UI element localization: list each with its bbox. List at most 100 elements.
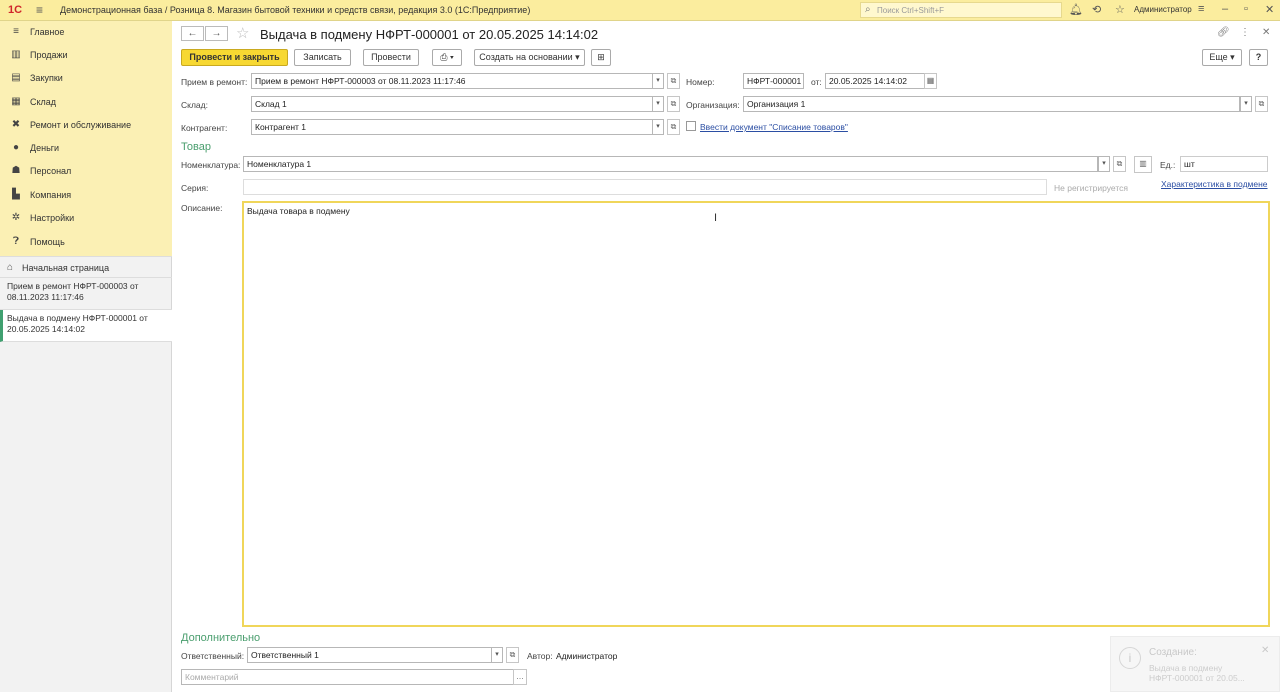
create-based-button[interactable]: Создать на основании ▾ bbox=[474, 49, 585, 66]
link-icon[interactable]: 🔗︎ bbox=[1217, 27, 1230, 38]
goods-section-title: Товар bbox=[181, 141, 211, 153]
search-placeholder: Поиск Ctrl+Shift+F bbox=[877, 6, 945, 15]
writeoff-checkbox[interactable] bbox=[686, 121, 696, 131]
responsible-dropdown[interactable]: ▾ bbox=[491, 647, 503, 663]
print-button[interactable]: ⎙ ▾ bbox=[432, 49, 462, 66]
calendar-icon[interactable]: ▦ bbox=[924, 73, 937, 89]
forward-button[interactable]: → bbox=[205, 26, 228, 41]
repair-label: Прием в ремонт: bbox=[181, 77, 248, 87]
responsible-open-icon[interactable]: ⧉ bbox=[506, 647, 519, 663]
warehouse-label: Склад: bbox=[181, 100, 208, 110]
contractor-dropdown[interactable]: ▾ bbox=[652, 119, 664, 135]
sidebar-item-sales[interactable]: ▥ Продажи bbox=[0, 44, 172, 67]
purchases-icon: ▤ bbox=[11, 72, 21, 83]
series-field bbox=[243, 179, 1047, 195]
nomenclature-field[interactable]: Номенклатура 1 bbox=[243, 156, 1098, 172]
sidebar-item-purchases[interactable]: ▤ Закупки bbox=[0, 67, 172, 90]
minimize-icon[interactable]: – bbox=[1222, 3, 1228, 15]
home-label: Начальная страница bbox=[22, 263, 110, 273]
series-label: Серия: bbox=[181, 183, 209, 193]
warehouse-open-icon[interactable]: ⧉ bbox=[667, 96, 680, 112]
sales-icon: ▥ bbox=[11, 49, 21, 60]
description-textarea[interactable]: Выдача товара в подмену bbox=[242, 201, 1270, 627]
post-and-close-button[interactable]: Провести и закрыть bbox=[181, 49, 288, 66]
notification-close-icon[interactable]: ✕ bbox=[1261, 645, 1269, 656]
contractor-field[interactable]: Контрагент 1 bbox=[251, 119, 653, 135]
responsible-field[interactable]: Ответственный 1 bbox=[247, 647, 492, 663]
series-note: Не регистрируется bbox=[1054, 183, 1129, 193]
sidebar-item-label: Деньги bbox=[30, 143, 60, 153]
description-label: Описание: bbox=[181, 203, 223, 213]
settings-icon: ✲ bbox=[11, 212, 21, 223]
org-field[interactable]: Организация 1 bbox=[743, 96, 1240, 112]
sidebar-item-staff[interactable]: ☗ Персонал bbox=[0, 160, 172, 183]
title-bar: 1С ≡ Демонстрационная база / Розница 8. … bbox=[0, 0, 1280, 21]
close-icon[interactable]: ✕ bbox=[1265, 3, 1274, 16]
notification-text: Выдача в подмену НФРТ-000001 от 20.05... bbox=[1149, 663, 1245, 683]
barcode-icon[interactable]: ▥ bbox=[1134, 156, 1152, 173]
sidebar-item-label: Продажи bbox=[30, 50, 68, 60]
settings-menu-icon[interactable]: ≡ bbox=[1198, 3, 1204, 15]
sidebar-home[interactable]: ⌂ Начальная страница bbox=[0, 256, 172, 278]
notification-title: Создание: bbox=[1149, 647, 1197, 658]
contractor-open-icon[interactable]: ⧉ bbox=[667, 119, 680, 135]
warehouse-icon: ▦ bbox=[11, 96, 21, 107]
sidebar-item-label: Помощь bbox=[30, 237, 65, 247]
page-title: Выдача в подмену НФРТ-000001 от 20.05.20… bbox=[260, 27, 599, 42]
org-open-icon[interactable]: ⧉ bbox=[1255, 96, 1268, 112]
responsible-label: Ответственный: bbox=[181, 651, 245, 661]
writeoff-link[interactable]: Ввести документ "Списание товаров" bbox=[700, 122, 848, 132]
warehouse-dropdown[interactable]: ▾ bbox=[652, 96, 664, 112]
sidebar-item-help[interactable]: ❓︎ Помощь bbox=[0, 231, 172, 254]
favorites-icon[interactable]: ☆ bbox=[1115, 3, 1125, 16]
post-button[interactable]: Провести bbox=[363, 49, 419, 66]
nomenclature-dropdown[interactable]: ▾ bbox=[1098, 156, 1110, 172]
sidebar-item-settings[interactable]: ✲ Настройки bbox=[0, 207, 172, 230]
sidebar-item-money[interactable]: ● Деньги bbox=[0, 137, 172, 160]
staff-icon: ☗ bbox=[11, 165, 21, 176]
structure-button[interactable]: ⊞ bbox=[591, 49, 611, 66]
author-value: Администратор bbox=[556, 651, 618, 661]
open-window-repair[interactable]: Прием в ремонт НФРТ-000003 от 08.11.2023… bbox=[0, 278, 172, 310]
more-vert-icon[interactable]: ⋮ bbox=[1240, 27, 1250, 38]
repair-open-icon[interactable]: ⧉ bbox=[667, 73, 680, 89]
search-icon: ⌕ bbox=[865, 4, 871, 15]
menu-icon: ≡ bbox=[13, 26, 19, 37]
user-name[interactable]: Администратор bbox=[1134, 5, 1192, 14]
sidebar-item-label: Закупки bbox=[30, 73, 63, 83]
extra-section-title: Дополнительно bbox=[181, 632, 261, 644]
warehouse-field[interactable]: Склад 1 bbox=[251, 96, 653, 112]
restore-icon[interactable]: ▫ bbox=[1244, 3, 1248, 15]
help-button[interactable]: ? bbox=[1249, 49, 1268, 66]
text-cursor-icon: I bbox=[714, 212, 718, 224]
sidebar-item-label: Компания bbox=[30, 190, 72, 200]
favorite-star-icon[interactable]: ☆ bbox=[236, 24, 249, 42]
repair-dropdown[interactable]: ▾ bbox=[652, 73, 664, 89]
money-icon: ● bbox=[12, 142, 20, 153]
date-field[interactable]: 20.05.2025 14:14:02 bbox=[825, 73, 925, 89]
nomenclature-open-icon[interactable]: ⧉ bbox=[1113, 156, 1126, 172]
printer-icon: ⎙ ▾ bbox=[440, 52, 454, 62]
history-icon[interactable]: ⟲ bbox=[1092, 3, 1101, 16]
more-button[interactable]: Еще ▾ bbox=[1202, 49, 1242, 66]
comment-expand-button[interactable]: … bbox=[513, 669, 527, 685]
number-field[interactable]: НФРТ-000001 bbox=[743, 73, 804, 89]
comment-field[interactable]: Комментарий bbox=[181, 669, 514, 685]
notification-popup[interactable]: i Создание: Выдача в подмену НФРТ-000001… bbox=[1110, 636, 1280, 692]
more-label: Еще bbox=[1209, 52, 1228, 62]
sidebar-item-repair[interactable]: ✖ Ремонт и обслуживание bbox=[0, 114, 172, 137]
sidebar-item-warehouse[interactable]: ▦ Склад bbox=[0, 91, 172, 114]
search-input[interactable]: ⌕ Поиск Ctrl+Shift+F bbox=[860, 2, 1062, 18]
open-window-current[interactable]: Выдача в подмену НФРТ-000001 от 20.05.20… bbox=[0, 310, 172, 342]
bell-icon[interactable]: 🔔︎ bbox=[1069, 3, 1083, 16]
close-form-icon[interactable]: ✕ bbox=[1262, 27, 1270, 38]
sidebar-item-company[interactable]: ▙ Компания bbox=[0, 184, 172, 207]
org-dropdown[interactable]: ▾ bbox=[1240, 96, 1252, 112]
unit-label: Ед.: bbox=[1160, 160, 1176, 170]
back-button[interactable]: ← bbox=[181, 26, 204, 41]
repair-field[interactable]: Прием в ремонт НФРТ-000003 от 08.11.2023… bbox=[251, 73, 653, 89]
main-menu-icon[interactable]: ≡ bbox=[36, 3, 43, 17]
sidebar-item-main[interactable]: ≡ Главное bbox=[0, 21, 172, 44]
save-button[interactable]: Записать bbox=[294, 49, 351, 66]
characteristic-link[interactable]: Характеристика в подмене bbox=[1161, 179, 1268, 189]
